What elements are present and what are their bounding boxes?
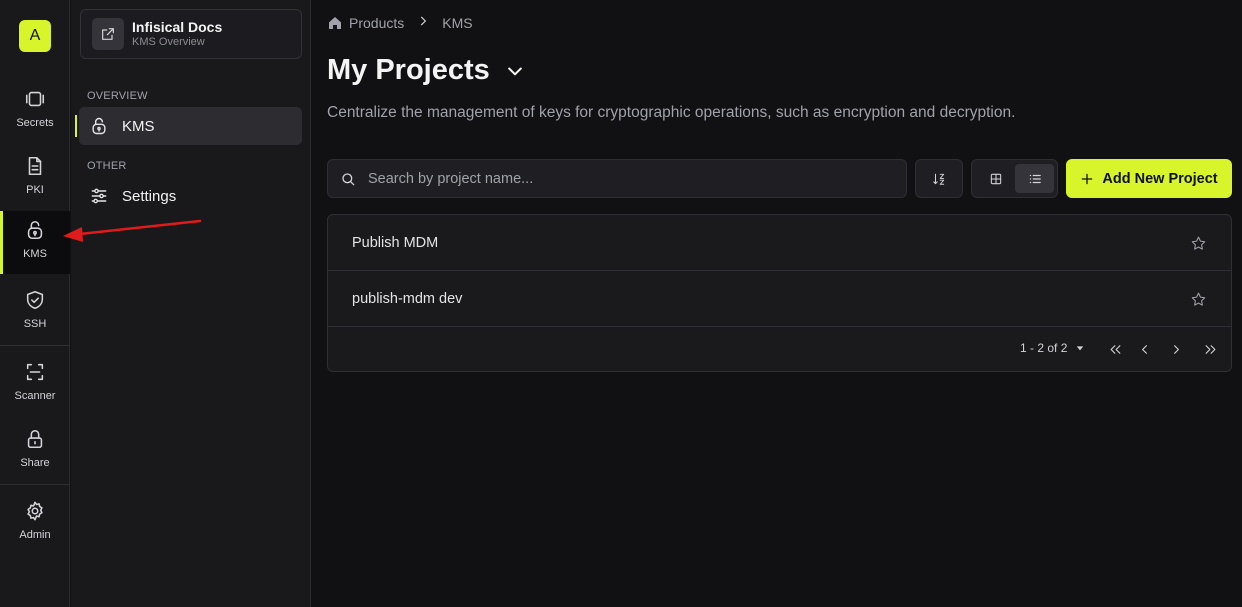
plus-icon bbox=[1082, 173, 1093, 184]
caret-down-icon bbox=[1077, 346, 1084, 351]
prev-page-button[interactable] bbox=[1134, 339, 1154, 359]
star-icon[interactable] bbox=[1190, 235, 1207, 252]
section-label-other: OTHER bbox=[87, 160, 127, 172]
app: A Secrets PKI KMS SSH Scanner Share Admi… bbox=[0, 0, 1242, 607]
rail-item-label: SSH bbox=[23, 318, 47, 330]
home-icon bbox=[329, 16, 341, 29]
chevron-right-icon bbox=[1173, 344, 1179, 354]
avatar[interactable]: A bbox=[19, 20, 51, 52]
docs-subtitle: KMS Overview bbox=[132, 36, 205, 48]
rail-item-label: Scanner bbox=[14, 390, 56, 402]
project-name: Publish MDM bbox=[352, 234, 439, 251]
search-bar bbox=[327, 159, 907, 198]
rail-item-kms[interactable]: KMS bbox=[0, 211, 70, 274]
breadcrumb: Products KMS bbox=[327, 14, 473, 31]
section-label-overview: OVERVIEW bbox=[87, 90, 148, 102]
rail-item-pki[interactable]: PKI bbox=[0, 147, 70, 211]
document-icon bbox=[28, 156, 42, 176]
rail-item-secrets[interactable]: Secrets bbox=[0, 80, 70, 144]
pagination: 1 - 2 of 2 bbox=[328, 327, 1231, 371]
breadcrumb-products[interactable]: Products bbox=[349, 15, 404, 31]
add-new-project-label: Add New Project bbox=[1102, 170, 1218, 187]
next-page-button[interactable] bbox=[1166, 339, 1186, 359]
project-name: publish-mdm dev bbox=[352, 290, 463, 307]
rail-item-ssh[interactable]: SSH bbox=[0, 281, 70, 345]
rail-item-label: Share bbox=[20, 457, 50, 469]
last-page-button[interactable] bbox=[1200, 339, 1220, 359]
page-range-select[interactable]: 1 - 2 of 2 bbox=[1020, 341, 1084, 355]
nav-item-kms[interactable]: KMS bbox=[75, 107, 302, 145]
icon-rail: A Secrets PKI KMS SSH Scanner Share Admi… bbox=[0, 0, 70, 607]
rail-item-admin[interactable]: Admin bbox=[0, 492, 70, 556]
projects-table: Publish MDM publish-mdm dev 1 - 2 of 2 bbox=[327, 214, 1232, 372]
docs-title: Infisical Docs bbox=[132, 19, 223, 35]
breadcrumb-current: KMS bbox=[442, 14, 473, 31]
nav-item-label: KMS bbox=[122, 117, 155, 135]
secrets-icon bbox=[25, 91, 45, 107]
chevron-left-icon bbox=[1141, 344, 1147, 354]
rail-item-scanner[interactable]: Scanner bbox=[0, 353, 70, 417]
page-range: 1 - 2 of 2 bbox=[1020, 341, 1068, 355]
rail-divider bbox=[0, 345, 70, 346]
project-row[interactable]: Publish MDM bbox=[328, 215, 1231, 271]
lock-open-icon bbox=[27, 220, 43, 240]
sort-icon bbox=[933, 173, 945, 185]
scan-icon bbox=[26, 363, 44, 381]
lock-open-icon bbox=[92, 117, 106, 135]
main-content: Products KMS My Projects Centralize the … bbox=[312, 0, 1242, 607]
page-title: My Projects bbox=[327, 54, 490, 86]
rail-divider bbox=[0, 484, 70, 485]
star-icon[interactable] bbox=[1190, 291, 1207, 308]
nav-item-label: Settings bbox=[122, 187, 177, 205]
side-panel: Infisical Docs KMS Overview OVERVIEW KMS… bbox=[71, 0, 311, 607]
rail-item-label: Secrets bbox=[16, 117, 54, 129]
add-new-project-button[interactable]: Add New Project bbox=[1066, 159, 1232, 198]
rail-item-label: Admin bbox=[19, 529, 51, 541]
grid-icon bbox=[990, 173, 1001, 184]
page-subtitle: Centralize the management of keys for cr… bbox=[327, 104, 1016, 121]
first-page-button[interactable] bbox=[1105, 339, 1125, 359]
lock-icon bbox=[27, 429, 43, 449]
chevron-down-icon[interactable] bbox=[505, 61, 525, 81]
shield-check-icon bbox=[26, 290, 44, 310]
chevrons-left-icon bbox=[1110, 344, 1120, 354]
gear-icon bbox=[27, 501, 43, 521]
list-icon bbox=[1029, 174, 1041, 183]
chevron-right-icon bbox=[416, 14, 430, 31]
docs-link-card[interactable]: Infisical Docs KMS Overview bbox=[80, 9, 302, 59]
search-input[interactable] bbox=[368, 170, 868, 187]
grid-view-button[interactable] bbox=[976, 164, 1015, 193]
external-link-icon bbox=[92, 18, 124, 50]
view-toggle-group bbox=[971, 159, 1058, 198]
rail-item-label: KMS bbox=[23, 248, 47, 260]
rail-item-label: PKI bbox=[26, 184, 44, 196]
page-title-row: My Projects bbox=[327, 54, 525, 87]
rail-item-share[interactable]: Share bbox=[0, 420, 70, 484]
sliders-icon bbox=[91, 188, 107, 204]
search-icon bbox=[342, 172, 355, 185]
project-row[interactable]: publish-mdm dev bbox=[328, 271, 1231, 327]
list-view-button[interactable] bbox=[1015, 164, 1054, 193]
chevrons-right-icon bbox=[1205, 344, 1215, 354]
nav-item-settings[interactable]: Settings bbox=[79, 177, 302, 215]
sort-button[interactable] bbox=[915, 159, 963, 198]
